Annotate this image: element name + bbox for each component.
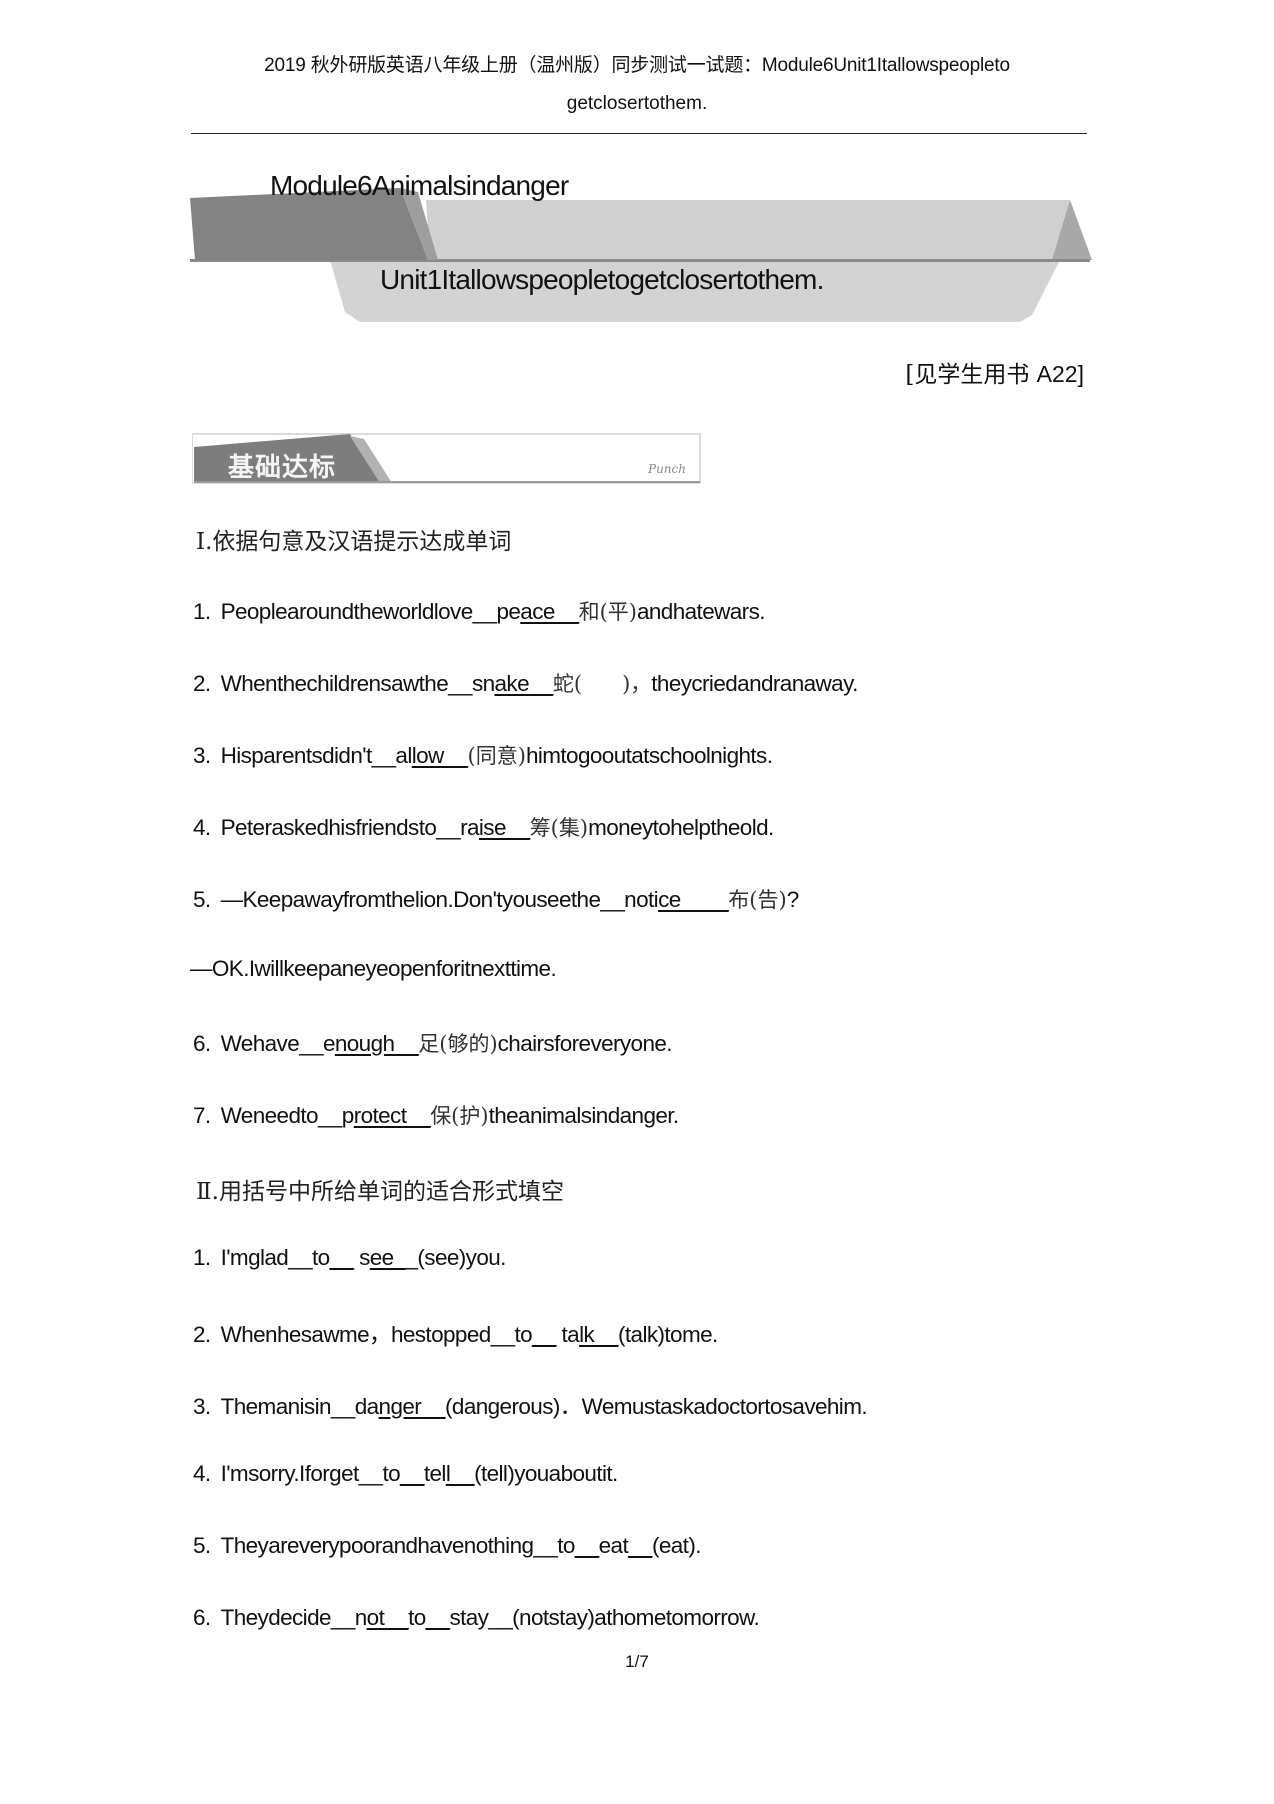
answer-blank: ce____ — [658, 887, 729, 912]
document-header-line2: getclosertothem. — [566, 93, 708, 114]
question-1-2: 2. Whenthechildrensawthe__snake__蛇( )，the… — [193, 671, 858, 696]
textbook-reference: [见学生用书 A22] — [905, 355, 1084, 389]
question-1-4: 4. Peteraskedhisfriendsto__raise__筹(集)mon… — [193, 815, 774, 840]
badge-subtitle: Punch — [648, 462, 686, 476]
question-1-5: 5. —Keepawayfromthelion.Don'tyouseethe__n… — [193, 887, 799, 912]
question-1-5-reply: —OK.Iwillkeepaneyeopenforitnexttime. — [190, 956, 557, 981]
question-1-3: 3. Hisparentsdidn't__allow__(同意)himtogoou… — [193, 743, 773, 768]
question-2-6: 6. Theydecide__not__to__stay__(notstay)at… — [193, 1605, 760, 1630]
answer-blank: nough__ — [334, 1031, 419, 1056]
question-2-2: 2. Whenhesawme，hestopped__to__ talk__(tal… — [193, 1322, 718, 1347]
answer-blank: __ — [628, 1533, 652, 1558]
question-1-6: 6. Wehave__enough__足(够的)chairsforeveryone… — [193, 1031, 673, 1056]
answer-blank: lk__ — [579, 1322, 618, 1347]
question-2-4: 4. I'msorry.Iforget__to__tell__(tell)youa… — [193, 1461, 618, 1486]
header-divider — [191, 133, 1087, 134]
question-1-1: 1. Peoplearoundtheworldlove__peace__和(平)a… — [193, 599, 765, 624]
reference-code: A22] — [1036, 361, 1084, 387]
answer-blank: nger__ — [378, 1394, 446, 1419]
answer-blank: l__ — [445, 1461, 475, 1486]
answer-blank: ake__ — [494, 671, 554, 696]
answer-blank: __ — [425, 1605, 450, 1630]
question-2-1: 1. I'mglad__to__ see__(see)you. — [193, 1245, 506, 1270]
section-heading-2: Ⅱ.用括号中所给单词的适合形式填空 — [196, 1179, 564, 1205]
question-1-7: 7. Weneedto__protect__保(护)theanimalsindan… — [193, 1103, 679, 1128]
upper-band-shape — [426, 200, 1070, 260]
answer-blank: low__ — [411, 743, 468, 768]
answer-blank: ee_ — [369, 1245, 406, 1270]
answer-blank: ace__ — [520, 599, 579, 624]
section-heading-1: Ⅰ.依据句意及汉语提示达成单词 — [196, 529, 512, 555]
page-number: 1/7 — [625, 1652, 649, 1671]
unit-title: Unit1Itallowspeopletogetclosertothem. — [380, 264, 824, 295]
question-2-5: 5. Theyareverypoorandhavenothing__to__eat… — [193, 1533, 701, 1558]
question-2-3: 3. Themanisin__danger__(dangerous)．Wemust… — [193, 1394, 868, 1419]
answer-blank: ise__ — [478, 815, 530, 840]
module-title: Module6Animalsindanger — [270, 170, 569, 201]
reference-cn: [见学生用书 — [905, 362, 1037, 388]
badge-title: 基础达标 — [228, 453, 337, 483]
document-header-line1: 2019 秋外研版英语八年级上册（温州版）同步测试一试题：Module6Unit… — [264, 55, 1010, 76]
answer-blank: rotect__ — [353, 1103, 431, 1128]
